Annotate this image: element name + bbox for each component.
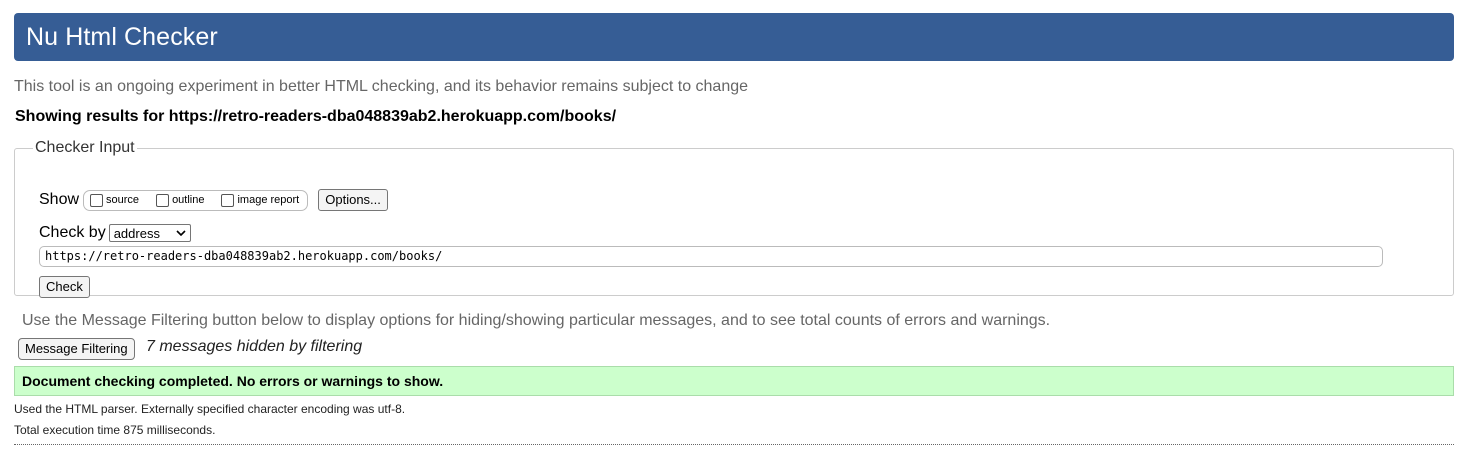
page-header: Nu Html Checker: [14, 13, 1454, 61]
parser-info: Used the HTML parser. Externally specifi…: [14, 402, 406, 416]
options-button[interactable]: Options...: [318, 189, 388, 211]
show-row: Show source outline image report Options…: [39, 189, 388, 211]
success-message: Document checking completed. No errors o…: [14, 366, 1454, 396]
page-title: Nu Html Checker: [26, 22, 218, 51]
divider: [14, 444, 1454, 445]
check-by-selected-value: address: [113, 225, 160, 241]
image-report-checkbox[interactable]: [221, 193, 235, 207]
url-input[interactable]: https://retro-readers-dba048839ab2.herok…: [39, 246, 1383, 267]
outline-checkbox[interactable]: [156, 193, 170, 207]
source-checkbox[interactable]: [90, 193, 104, 207]
checker-input-fieldset: Checker Input Show source outline image …: [14, 139, 1454, 298]
check-by-label: Check by: [39, 224, 106, 241]
check-button[interactable]: Check: [39, 276, 90, 298]
execution-time: Total execution time 875 milliseconds.: [14, 423, 216, 437]
show-label: Show: [39, 191, 80, 208]
outline-option-label[interactable]: outline: [172, 194, 204, 206]
image-report-option-label[interactable]: image report: [237, 194, 299, 206]
source-option-label[interactable]: source: [106, 194, 139, 206]
check-by-select[interactable]: address: [108, 224, 191, 242]
hidden-messages-count: 7 messages hidden by filtering: [146, 338, 363, 355]
chevron-down-icon: [176, 230, 186, 236]
intro-text: This tool is an ongoing experiment in be…: [14, 78, 749, 95]
message-filtering-button[interactable]: Message Filtering: [18, 338, 135, 360]
check-by-row: Check by address: [39, 224, 191, 242]
filter-hint-text: Use the Message Filtering button below t…: [22, 312, 1051, 329]
results-for-heading: Showing results for https://retro-reader…: [15, 108, 617, 125]
show-options-group: source outline image report: [83, 189, 309, 211]
checker-input-legend: Checker Input: [35, 139, 135, 156]
